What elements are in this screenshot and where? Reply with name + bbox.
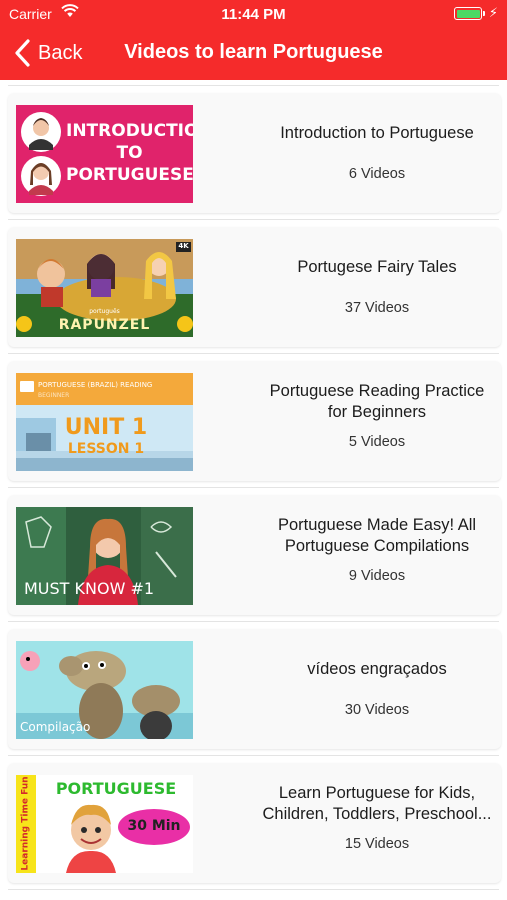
playlist-title: Learn Portuguese for Kids, Children, Tod… (258, 783, 496, 825)
playlist-thumbnail: Compilação (16, 641, 193, 739)
playlist-title-line: for Beginners (327, 403, 427, 421)
video-count: 6 Videos (348, 166, 406, 182)
playlist-info: Introduction to Portuguese 6 Videos (258, 93, 496, 213)
video-count: 5 Videos (348, 434, 406, 450)
playlist-row[interactable]: 4K português RAPUNZEL Portugese Fairy Ta… (8, 227, 501, 347)
navigation-bar: Back Videos to learn Portuguese (0, 28, 507, 80)
playlist-title: Portuguese Reading Practice for Beginner… (258, 381, 496, 423)
playlist-thumbnail: MUST KNOW #1 (16, 507, 193, 605)
header: Carrier 11:44 PM ⚡ Back Videos to learn … (0, 0, 507, 80)
playlist-thumbnail: 4K português RAPUNZEL (16, 239, 193, 337)
playlist-info: Portuguese Made Easy! All Portuguese Com… (258, 495, 496, 615)
playlist-title-line: Portuguese Made Easy! All (277, 516, 477, 534)
thumbnail-text: TO (116, 143, 143, 163)
playlist-title-line: Children, Toddlers, Preschool... (262, 805, 492, 823)
divider (8, 889, 499, 890)
playlist-title-line: Portugese Fairy Tales (297, 258, 457, 276)
playlist-title-line: Learn Portuguese for Kids, (278, 784, 476, 802)
playlist-title-line: Portuguese Reading Practice (269, 382, 485, 400)
playlist-row[interactable]: PORTUGUESE (BRAZIL) READING BEGINNER UNI… (8, 361, 501, 481)
charging-bolt-icon: ⚡ (488, 5, 498, 20)
playlist-row[interactable]: MUST KNOW #1 Portuguese Made Easy! All P… (8, 495, 501, 615)
playlist-title: Introduction to Portuguese (258, 123, 496, 144)
divider (8, 353, 499, 354)
page-title: Videos to learn Portuguese (0, 41, 507, 64)
page-title-text: Videos to learn Portuguese (124, 41, 383, 63)
divider (8, 219, 499, 220)
video-count: 37 Videos (344, 300, 410, 316)
video-count: 9 Videos (348, 568, 406, 584)
status-time: 11:44 PM (221, 6, 286, 23)
thumbnail-text: MUST KNOW #1 (24, 579, 155, 598)
playlist-info: Learn Portuguese for Kids, Children, Tod… (258, 763, 496, 883)
playlist-title: Portugese Fairy Tales (258, 257, 496, 278)
playlist-title-line: Introduction to Portuguese (280, 124, 474, 142)
thumbnail-text: INTRODUCTION (66, 121, 193, 141)
thumbnail-text: UNIT 1 (64, 415, 148, 440)
divider (8, 755, 499, 756)
thumbnail-text: BEGINNER (38, 392, 70, 399)
divider (8, 85, 499, 86)
playlist-thumbnail: Learning Time Fun PORTUGUESE 30 Min (16, 775, 193, 873)
playlist-row[interactable]: Learning Time Fun PORTUGUESE 30 Min Lear… (8, 763, 501, 883)
playlist-title: vídeos engraçados (258, 659, 496, 680)
thumbnail-text: PORTUGUESE (55, 779, 177, 798)
thumbnail-badge: 4K (178, 242, 189, 250)
thumbnail-text: PORTUGUESE (66, 165, 193, 185)
playlist-info: vídeos engraçados 30 Videos (258, 629, 496, 749)
thumbnail-text: Learning Time Fun (20, 776, 31, 871)
video-count: 15 Videos (344, 836, 410, 852)
thumbnail-badge: 30 Min (127, 818, 181, 834)
thumbnail-text: RAPUNZEL (58, 317, 151, 333)
thumbnail-text: Compilação (20, 720, 91, 734)
thumbnail-text: português (89, 308, 120, 315)
status-bar: Carrier 11:44 PM ⚡ (0, 0, 507, 28)
playlist-thumbnail: PORTUGUESE (BRAZIL) READING BEGINNER UNI… (16, 373, 193, 471)
playlist-title: Portuguese Made Easy! All Portuguese Com… (258, 515, 496, 557)
playlist-title-line: Portuguese Compilations (284, 537, 470, 555)
playlist-row[interactable]: Compilação vídeos engraçados 30 Videos (8, 629, 501, 749)
thumbnail-text: LESSON 1 (67, 441, 145, 457)
divider (8, 487, 499, 488)
playlist-info: Portugese Fairy Tales 37 Videos (258, 227, 496, 347)
playlist-info: Portuguese Reading Practice for Beginner… (258, 361, 496, 481)
playlist-thumbnail: INTRODUCTION TO PORTUGUESE (16, 105, 193, 203)
divider (8, 621, 499, 622)
playlist-title-line: vídeos engraçados (307, 660, 447, 678)
video-count: 30 Videos (344, 702, 410, 718)
battery-icon (454, 7, 485, 20)
playlist-row[interactable]: INTRODUCTION TO PORTUGUESE Introduction … (8, 93, 501, 213)
thumbnail-text: PORTUGUESE (BRAZIL) READING (38, 381, 153, 389)
